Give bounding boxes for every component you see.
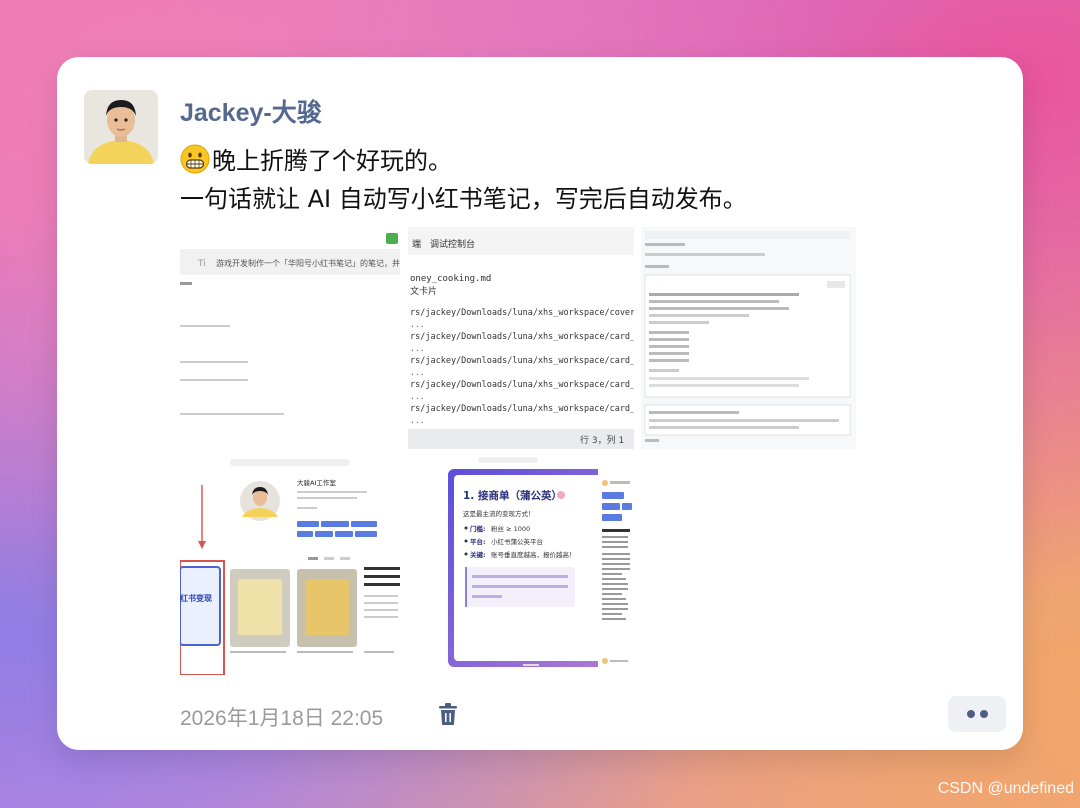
bullet-label-1: 门槛: <box>470 524 486 533</box>
terminal-file: oney_cooking.md <box>410 274 491 284</box>
terminal-path-4: rs/jackey/Downloads/luna/xhs_workspace/c… <box>410 380 634 390</box>
avatar[interactable] <box>84 90 158 164</box>
grinning-face-icon <box>180 144 210 174</box>
image-thumbnail-2[interactable]: 端 调试控制台 oney_cooking.md 文卡片 rs/jackey/Do… <box>408 227 634 449</box>
post-text-1: 晚上折腾了个好玩的。 <box>212 147 452 175</box>
image-thumbnail-1[interactable]: Ti 游戏开发制作一个「华阳号小红书笔记」的笔记，并发 <box>180 227 400 449</box>
svg-text:...: ... <box>410 344 424 353</box>
post-timestamp: 2026年1月18日 22:05 <box>180 707 384 730</box>
bullet-value-1: 粉丝 ≥ 1000 <box>491 524 530 533</box>
card-title: 红书变现 <box>180 593 212 603</box>
bullet-value-3: 账号垂直度越高，报价越高！ <box>491 550 576 559</box>
more-dot-icon <box>967 710 975 718</box>
svg-text:端: 端 <box>412 238 421 250</box>
chat-prompt: 游戏开发制作一个「华阳号小红书笔记」的笔记，并发 <box>216 258 400 268</box>
bullet-value-2: 小红书蒲公英平台 <box>491 537 543 546</box>
terminal-path-1: rs/jackey/Downloads/luna/xhs_workspace/c… <box>410 308 634 318</box>
bullet-label-2: 平台: <box>470 537 486 546</box>
terminal-path-5: rs/jackey/Downloads/luna/xhs_workspace/c… <box>410 404 634 414</box>
card-main-title: 1. 接商单（蒲公英） <box>463 489 562 502</box>
svg-text:...: ... <box>410 320 424 329</box>
terminal-path-2: rs/jackey/Downloads/luna/xhs_workspace/c… <box>410 332 634 342</box>
more-dot-icon <box>980 710 988 718</box>
studio-name: 大骏AI工作室 <box>297 478 336 487</box>
debug-console-tab[interactable]: 调试控制台 <box>430 238 475 250</box>
username[interactable]: Jackey-大骏 <box>180 93 322 129</box>
svg-text:...: ... <box>410 416 424 425</box>
svg-text:...: ... <box>410 368 424 377</box>
image-thumbnail-4[interactable]: 大骏AI工作室 红书变现 <box>180 455 400 675</box>
post-text-line-1: 晚上折腾了个好玩的。 <box>180 141 452 176</box>
trash-icon[interactable] <box>437 702 459 726</box>
post-card: Jackey-大骏 晚上折腾了个好玩的。 一句话就让 AI 自动写小红书笔记，写… <box>57 57 1023 750</box>
card-subtitle: 这是最主流的变现方式！ <box>463 509 535 518</box>
image-thumbnail-3[interactable] <box>641 227 856 449</box>
terminal-sub: 文卡片 <box>410 285 437 297</box>
bullet-label-3: 关键: <box>470 550 486 559</box>
status-bar-position: 行 3，列 1 <box>580 434 624 446</box>
terminal-path-3: rs/jackey/Downloads/luna/xhs_workspace/c… <box>410 356 634 366</box>
watermark: CSDN @undefined <box>937 780 1074 797</box>
post-text-line-2: 一句话就让 AI 自动写小红书笔记，写完后自动发布。 <box>180 185 747 213</box>
more-options-button[interactable] <box>948 696 1006 732</box>
svg-text:...: ... <box>410 392 424 401</box>
image-thumbnail-6[interactable] <box>598 455 634 675</box>
svg-text:Ti: Ti <box>197 259 206 269</box>
